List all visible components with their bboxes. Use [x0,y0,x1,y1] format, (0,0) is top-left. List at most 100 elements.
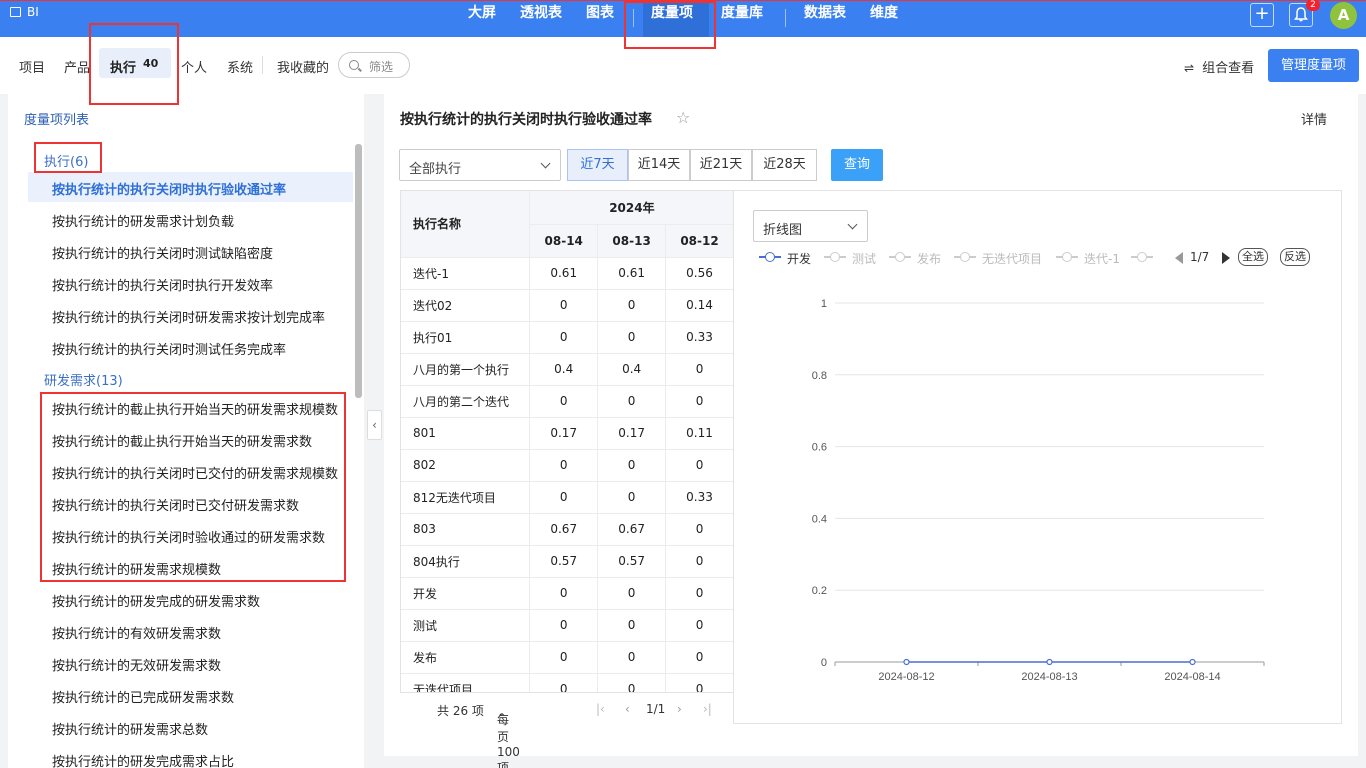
table-pagination: 共 26 项 每页 100 项 ⌃ |‹ ‹ 1/1 › ›| [400,692,734,768]
table-row: 八月的第一个执行 0.4 0.4 0 [401,353,733,386]
value-cell: 0 [597,641,667,674]
group-execution[interactable]: 执行(6) [44,151,88,170]
execution-select[interactable]: 全部执行 [399,149,561,181]
metric-item[interactable]: 按执行统计的研发需求计划负载 [52,211,234,230]
metric-item[interactable]: 按执行统计的执行关闭时验收通过的研发需求数 [52,527,325,546]
value-cell: 0 [529,641,599,674]
column-header-year: 2024年 [529,191,733,225]
table-row: 发布 0 0 0 [401,641,733,674]
value-cell: 0.4 [597,353,667,386]
execution-select-value: 全部执行 [409,162,462,177]
value-cell: 0 [597,481,667,514]
metric-item[interactable]: 按执行统计的研发完成的研发需求数 [52,591,260,610]
metric-item[interactable]: 按执行统计的截止执行开始当天的研发需求数 [52,431,312,450]
nav-item-dimensions[interactable]: 维度 [862,1,906,37]
chart-area: 折线图 开发 测试 发布 无迭代项目 迭代-1 1/7 全选 反选 0 0.2 0.… [733,190,1342,724]
nav-item-metrics[interactable]: 度量项 [643,1,709,37]
column-header-date[interactable]: 08-13 [597,224,667,258]
metric-item[interactable]: 按执行统计的研发需求总数 [52,719,208,738]
value-cell: 0 [597,289,667,322]
tab-project[interactable]: 项目 [19,57,45,76]
range-21-days[interactable]: 近21天 [690,149,752,181]
value-cell: 0 [665,385,733,418]
y-tick-label: 0.2 [812,585,827,597]
y-tick-label: 0.8 [812,370,827,382]
last-page-icon[interactable]: ›| [703,702,712,716]
table-row: 开发 0 0 0 [401,577,733,610]
metric-item[interactable]: 按执行统计的执行关闭时已交付的研发需求规模数 [52,463,338,482]
column-header-date[interactable]: 08-12 [665,224,733,258]
data-point [1189,658,1196,666]
bi-logo-icon [10,7,21,17]
metric-item[interactable]: 按执行统计的执行关闭时测试任务完成率 [52,339,286,358]
add-icon[interactable]: + [1250,3,1274,27]
value-cell: 0.57 [597,545,667,578]
execution-name-cell: 803 [401,513,531,546]
avatar[interactable]: A [1330,2,1357,29]
table-row: 八月的第二个迭代 0 0 0 [401,385,733,418]
notification-badge: 2 [1306,0,1320,11]
metric-list-scrollbar[interactable] [355,144,362,398]
range-28-days[interactable]: 近28天 [752,149,817,181]
value-cell: 0.14 [665,289,733,322]
combo-view-label: 组合查看 [1202,61,1255,76]
table-row: 执行01 0 0 0.33 [401,321,733,354]
favorite-star-icon[interactable]: ☆ [676,108,690,127]
range-14-days[interactable]: 近14天 [628,149,690,181]
metric-item[interactable]: 按执行统计的执行关闭时执行开发效率 [52,275,273,294]
value-cell: 0.4 [529,353,599,386]
metric-item[interactable]: 按执行统计的研发需求规模数 [52,559,221,578]
value-cell: 0 [529,289,599,322]
metric-item[interactable]: 按执行统计的执行关闭时研发需求按计划完成率 [52,307,325,326]
metric-item[interactable]: 按执行统计的已完成研发需求数 [52,687,234,706]
range-7-days[interactable]: 近7天 [567,149,628,181]
bell-icon [1294,7,1308,22]
value-cell: 0 [665,545,733,578]
details-link[interactable]: 详情 [1301,109,1327,128]
nav-item-pivot[interactable]: 透视表 [512,1,570,37]
first-page-icon[interactable]: |‹ [596,702,605,716]
combo-view-button[interactable]: ⇌ 组合查看 [1184,57,1254,76]
nav-separator [785,9,786,27]
query-button[interactable]: 查询 [831,149,883,181]
collapse-sidebar-icon[interactable]: ‹ [367,410,382,440]
table-row: 801 0.17 0.17 0.11 [401,417,733,450]
metric-item[interactable]: 按执行统计的有效研发需求数 [52,623,221,642]
group-requirements[interactable]: 研发需求(13) [44,370,123,389]
nav-item-datatables[interactable]: 数据表 [796,1,854,37]
execution-name-cell: 812无迭代项目 [401,481,531,514]
category-toolbar: 项目 产品 执行 40 个人 系统 我收藏的 筛选 ⇌ 组合查看 管理度量项 [0,37,1366,94]
table-row: 802 0 0 0 [401,449,733,482]
metric-item[interactable]: 按执行统计的研发完成需求占比 [52,751,234,768]
tab-product[interactable]: 产品 [64,57,90,76]
nav-item-metric-library[interactable]: 度量库 [713,1,771,37]
filter-search-input[interactable]: 筛选 [338,52,410,78]
metric-item[interactable]: 按执行统计的无效研发需求数 [52,655,221,674]
metric-item[interactable]: 按执行统计的执行关闭时已交付研发需求数 [52,495,299,514]
tab-favorites[interactable]: 我收藏的 [277,57,329,76]
value-cell: 0 [665,449,733,482]
tab-system[interactable]: 系统 [227,57,253,76]
chevron-down-icon [540,158,551,169]
nav-item-dashboard[interactable]: 大屏 [460,1,504,37]
value-cell: 0 [597,385,667,418]
table-row: 804执行 0.57 0.57 0 [401,545,733,578]
metric-item[interactable]: 按执行统计的执行关闭时执行验收通过率 [52,179,286,198]
value-cell: 0.67 [597,513,667,546]
manage-metrics-button[interactable]: 管理度量项 [1268,49,1359,82]
value-cell: 0.11 [665,417,733,450]
app-logo[interactable]: BI [10,5,39,19]
next-page-icon[interactable]: › [677,702,682,716]
tab-execution[interactable]: 执行 40 [99,48,171,78]
value-cell: 0 [529,449,599,482]
value-cell: 0 [665,513,733,546]
top-nav-bar: BI 大屏 透视表 图表 度量项 度量库 数据表 维度 + 2 A [0,0,1366,37]
metric-item[interactable]: 按执行统计的执行关闭时测试缺陷密度 [52,243,273,262]
prev-page-icon[interactable]: ‹ [625,702,630,716]
tab-personal[interactable]: 个人 [181,57,207,76]
nav-item-charts[interactable]: 图表 [578,1,622,37]
data-point [903,658,910,666]
metric-item[interactable]: 按执行统计的截止执行开始当天的研发需求规模数 [52,399,338,418]
swap-icon: ⇌ [1184,61,1195,75]
column-header-date[interactable]: 08-14 [529,224,599,258]
